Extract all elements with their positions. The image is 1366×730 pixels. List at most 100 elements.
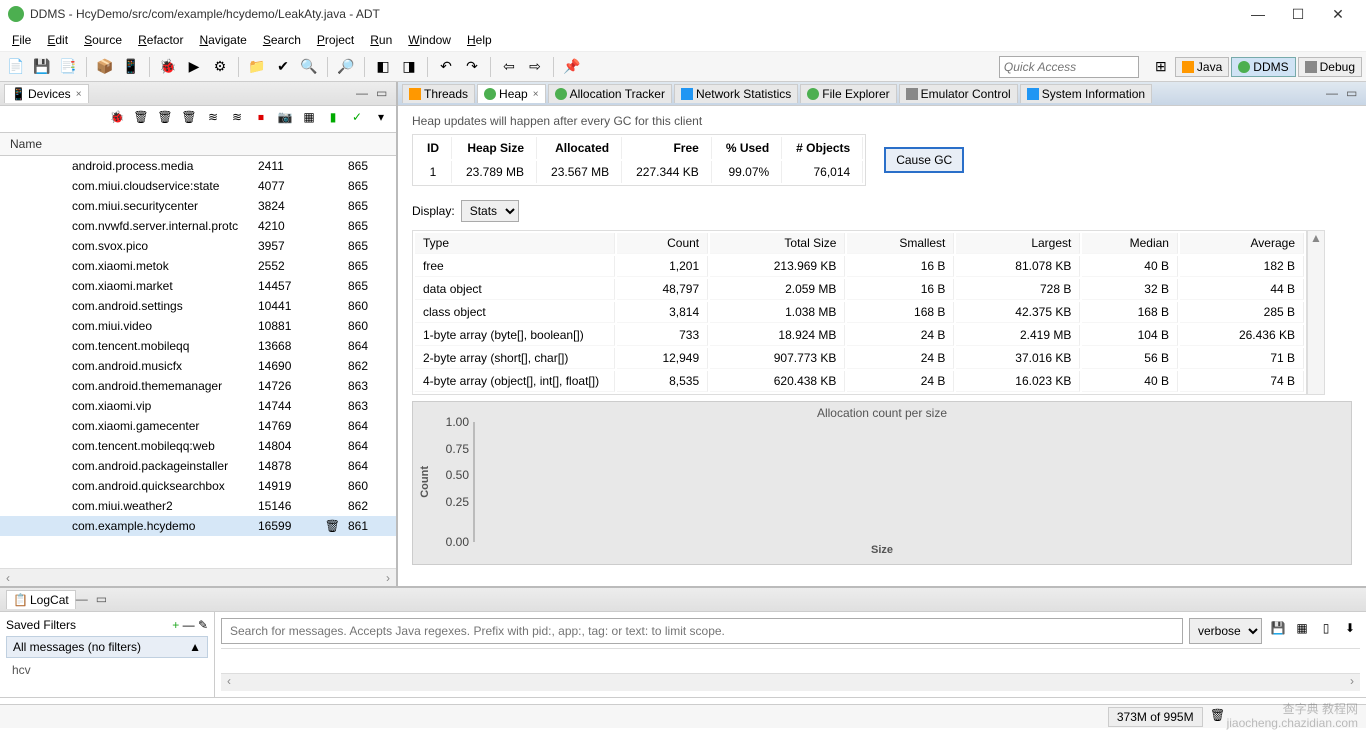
save-all-button[interactable]: 📑	[56, 55, 80, 79]
process-row[interactable]: com.android.thememanager14726863	[0, 376, 396, 396]
process-row[interactable]: com.nvwfd.server.internal.protc4210865	[0, 216, 396, 236]
quick-access-input[interactable]	[999, 56, 1139, 78]
tab-heap[interactable]: Heap×	[477, 84, 546, 103]
process-row[interactable]: com.miui.cloudservice:state4077865	[0, 176, 396, 196]
stats-header[interactable]: Largest	[956, 233, 1080, 254]
menu-source[interactable]: Source	[76, 31, 130, 49]
debug-process-button[interactable]: 🐞	[108, 110, 126, 128]
menu-run[interactable]: Run	[362, 31, 400, 49]
edit-filter-button[interactable]: ✎	[198, 618, 208, 632]
minimize-view-button[interactable]: —	[1326, 86, 1342, 102]
process-row[interactable]: com.android.quicksearchbox14919860	[0, 476, 396, 496]
maximize-button[interactable]: ☐	[1278, 1, 1318, 27]
open-type-button[interactable]: 🔍	[297, 55, 321, 79]
toggle-mark-button[interactable]: ◨	[397, 55, 421, 79]
tab-allocation-tracker[interactable]: Allocation Tracker	[548, 84, 672, 103]
perspective-debug[interactable]: Debug	[1298, 57, 1362, 77]
perspective-ddms[interactable]: DDMS	[1231, 57, 1295, 77]
minimize-view-button[interactable]: —	[76, 592, 92, 608]
log-level-select[interactable]: verbose	[1189, 618, 1262, 644]
update-threads-button[interactable]: ≋	[204, 110, 222, 128]
toggle-breakpoint-button[interactable]: ◧	[371, 55, 395, 79]
clear-log-button[interactable]: ▦	[1292, 621, 1312, 641]
update-heap-button[interactable]: 🗑	[132, 110, 150, 128]
process-row[interactable]: com.xiaomi.market14457865	[0, 276, 396, 296]
heap-stats-table[interactable]: TypeCountTotal SizeSmallestLargestMedian…	[412, 230, 1307, 395]
debug-button[interactable]: 🐞	[156, 55, 180, 79]
stop-process-button[interactable]: ⏹	[252, 110, 270, 128]
process-row[interactable]: com.svox.pico3957865	[0, 236, 396, 256]
display-select[interactable]: Stats	[461, 200, 519, 222]
process-row[interactable]: com.miui.securitycenter3824865	[0, 196, 396, 216]
stats-header[interactable]: Type	[415, 233, 615, 254]
vertical-scrollbar[interactable]: ▲	[1307, 230, 1325, 395]
process-row[interactable]: com.android.musicfx14690862	[0, 356, 396, 376]
stats-row[interactable]: 1-byte array (byte[], boolean[])73318.92…	[415, 325, 1304, 346]
tab-threads[interactable]: Threads	[402, 84, 475, 103]
lint-button[interactable]: ✔	[271, 55, 295, 79]
stats-header[interactable]: Total Size	[710, 233, 845, 254]
stats-header[interactable]: Median	[1082, 233, 1178, 254]
dump-view-button[interactable]: ▦	[300, 110, 318, 128]
dump-hprof-button[interactable]: 🗑	[156, 110, 174, 128]
menu-search[interactable]: Search	[255, 31, 309, 49]
new-button[interactable]: 📄	[4, 55, 28, 79]
open-perspective-button[interactable]: ⊞	[1149, 55, 1173, 79]
prev-annotation-button[interactable]: ↶	[434, 55, 458, 79]
filter-item[interactable]: hcv	[6, 660, 208, 680]
maximize-view-button[interactable]: ▭	[376, 86, 392, 102]
process-row[interactable]: com.android.packageinstaller14878864	[0, 456, 396, 476]
start-method-profiling-button[interactable]: ≋	[228, 110, 246, 128]
process-row[interactable]: com.xiaomi.gamecenter14769864	[0, 416, 396, 436]
menu-navigate[interactable]: Navigate	[191, 31, 254, 49]
stats-row[interactable]: 2-byte array (short[], char[])12,949907.…	[415, 348, 1304, 369]
sdk-manager-button[interactable]: 📦	[93, 55, 117, 79]
process-row[interactable]: android.process.media2411865	[0, 156, 396, 176]
cause-gc-button[interactable]: Cause GC	[884, 147, 964, 173]
view-menu-button[interactable]: ▾	[372, 110, 390, 128]
process-row[interactable]: com.miui.video10881860	[0, 316, 396, 336]
save-log-button[interactable]: 💾	[1268, 621, 1288, 641]
stats-row[interactable]: free1,201213.969 KB16 B81.078 KB40 B182 …	[415, 256, 1304, 277]
start-opengl-trace-button[interactable]: ✓	[348, 110, 366, 128]
tab-network-statistics[interactable]: Network Statistics	[674, 84, 798, 103]
run-button[interactable]: ▶	[182, 55, 206, 79]
screenshot-button[interactable]: 📷	[276, 110, 294, 128]
search-button[interactable]: 🔎	[334, 55, 358, 79]
tab-file-explorer[interactable]: File Explorer	[800, 84, 896, 103]
process-row[interactable]: com.xiaomi.vip14744863	[0, 396, 396, 416]
new-project-button[interactable]: 📁	[245, 55, 269, 79]
save-button[interactable]: 💾	[30, 55, 54, 79]
horizontal-scrollbar[interactable]: ‹›	[0, 568, 396, 586]
minimize-view-button[interactable]: —	[356, 86, 372, 102]
menu-refactor[interactable]: Refactor	[130, 31, 191, 49]
process-row[interactable]: com.tencent.mobileqq:web14804864	[0, 436, 396, 456]
cause-gc-button[interactable]: 🗑	[180, 110, 198, 128]
menu-window[interactable]: Window	[400, 31, 459, 49]
log-table[interactable]	[221, 648, 1360, 669]
add-filter-button[interactable]: +	[172, 618, 179, 632]
menu-edit[interactable]: Edit	[39, 31, 76, 49]
stats-row[interactable]: class object3,8141.038 MB168 B42.375 KB1…	[415, 302, 1304, 323]
gc-trash-icon[interactable]: 🗑	[1209, 708, 1227, 726]
next-annotation-button[interactable]: ↷	[460, 55, 484, 79]
stats-header[interactable]: Average	[1180, 233, 1304, 254]
tab-logcat[interactable]: 📋 LogCat	[6, 590, 76, 609]
menu-help[interactable]: Help	[459, 31, 500, 49]
process-row[interactable]: com.xiaomi.metok2552865	[0, 256, 396, 276]
display-filters-button[interactable]: ▯	[1316, 621, 1336, 641]
pin-editor-button[interactable]: 📌	[560, 55, 584, 79]
run-config-button[interactable]: ⚙	[208, 55, 232, 79]
close-button[interactable]: ✕	[1318, 1, 1358, 27]
back-button[interactable]: ⇦	[497, 55, 521, 79]
maximize-view-button[interactable]: ▭	[1346, 86, 1362, 102]
systrace-button[interactable]: ▮	[324, 110, 342, 128]
process-row[interactable]: com.miui.weather215146862	[0, 496, 396, 516]
process-row[interactable]: com.tencent.mobileqq13668864	[0, 336, 396, 356]
tab-emulator-control[interactable]: Emulator Control	[899, 84, 1018, 103]
process-row[interactable]: com.android.settings10441860	[0, 296, 396, 316]
minimize-button[interactable]: —	[1238, 1, 1278, 27]
tab-devices[interactable]: 📱 Devices ×	[4, 84, 89, 103]
log-horizontal-scrollbar[interactable]: ‹›	[221, 673, 1360, 691]
stats-header[interactable]: Count	[617, 233, 708, 254]
